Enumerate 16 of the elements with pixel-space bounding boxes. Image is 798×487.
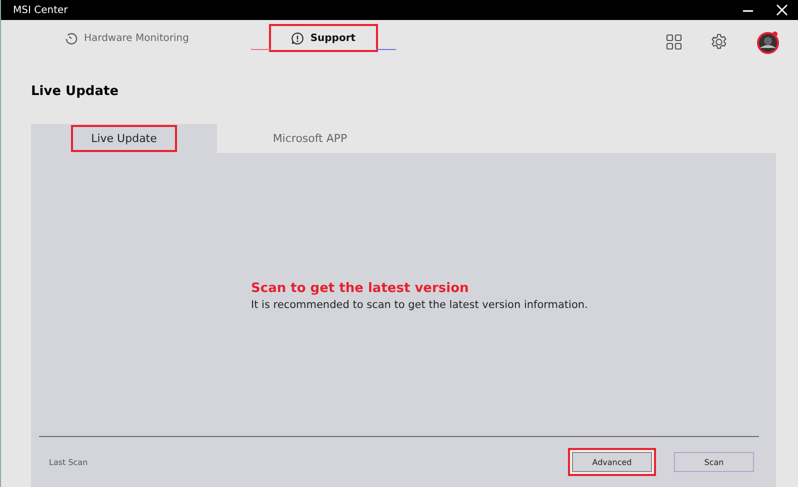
- gauge-icon: [65, 32, 78, 44]
- grid-icon[interactable]: [666, 34, 682, 50]
- settings-icon[interactable]: [710, 33, 728, 51]
- close-icon[interactable]: [776, 4, 788, 16]
- avatar-icon[interactable]: [756, 30, 780, 54]
- message-title: Scan to get the latest version: [251, 281, 470, 296]
- last-scan-label: Last Scan: [49, 458, 88, 466]
- message-text: It is recommended to scan to get the latest version information.: [251, 299, 589, 311]
- nav-tab[interactable]: Support: [269, 24, 378, 52]
- tab[interactable]: Live Update: [71, 125, 177, 152]
- nav-tab[interactable]: Hardware Monitoring: [43, 24, 211, 52]
- footer-button[interactable]: Advanced: [568, 448, 656, 476]
- window-title: MSI Center: [13, 4, 68, 16]
- tab[interactable]: Microsoft APP: [252, 125, 368, 152]
- alert-icon: [291, 32, 304, 44]
- page-title: Live Update: [30, 83, 120, 101]
